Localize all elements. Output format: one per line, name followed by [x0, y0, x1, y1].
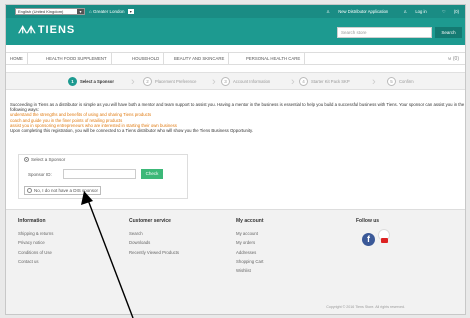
region-value: Greater London: [92, 9, 125, 14]
nav-household[interactable]: HOUSEHOLD: [128, 53, 165, 65]
footer-my-account: My account My account My orders Addresse…: [236, 218, 264, 277]
heart-icon: ♡: [441, 9, 446, 14]
intro-paragraph: Succeeding in Tiens as a distributor is …: [10, 102, 465, 113]
footer-link[interactable]: Recently Viewed Products: [129, 250, 179, 255]
nav-health-food[interactable]: HEALTH FOOD SUPPLEMENT: [42, 53, 112, 65]
footer-link[interactable]: My account: [236, 231, 264, 236]
radio-unselected[interactable]: [27, 188, 32, 194]
facebook-icon[interactable]: f: [362, 233, 375, 246]
footer-heading: My account: [236, 218, 264, 224]
step-account: 3 Account Information: [221, 73, 270, 91]
nav-personal-health[interactable]: PERSONAL HEALTH CARE: [242, 53, 306, 65]
select-sponsor-option[interactable]: Select a Sponsor: [24, 157, 66, 163]
step-label: Select a Sponsor: [80, 79, 114, 84]
footer-link[interactable]: Contact us: [18, 259, 53, 264]
chevron-right-icon: ›: [291, 76, 295, 88]
step-label: Confirm: [399, 79, 414, 84]
header: ᗑᗑ TIENS Search store Search: [6, 18, 465, 45]
registration-steps: 1 Select a Sponsor › 2 Placement Preferenc…: [6, 72, 465, 90]
social-icons: f: [362, 229, 390, 247]
footer-customer-service: Customer service Search Downloads Recent…: [129, 218, 179, 259]
footer-link[interactable]: Wishlist: [236, 268, 264, 273]
select-sponsor-label: Select a Sponsor: [31, 157, 66, 162]
footer-heading: Customer service: [129, 218, 171, 224]
user-icon: ♙: [326, 9, 331, 14]
sponsor-form: Select a Sponsor Sponsor ID: Check No, I…: [18, 154, 188, 199]
cart-count: (0): [452, 56, 459, 62]
step-confirm: 5 Confirm: [387, 73, 414, 91]
nav-home[interactable]: HOME: [6, 53, 28, 65]
footer-link[interactable]: My orders: [236, 240, 264, 245]
sponsor-id-input[interactable]: [63, 169, 136, 179]
chevron-right-icon: ›: [212, 76, 216, 88]
footer-heading: Follow us: [356, 218, 380, 224]
chevron-down-icon[interactable]: ▾: [77, 9, 84, 14]
no-dis-sponsor-option[interactable]: No, I do not have a DIS sponsor: [24, 186, 101, 195]
step-number: 3: [221, 77, 230, 87]
logo[interactable]: ᗑᗑ TIENS: [18, 24, 75, 36]
footer-link[interactable]: Shopping Cart: [236, 259, 264, 264]
cart-link[interactable]: ⊌ (0): [448, 53, 459, 65]
new-distributor-label: New Distributor Application: [338, 9, 389, 14]
step-number: 2: [143, 77, 152, 87]
language-select[interactable]: English (United Kingdom) ▾: [15, 8, 85, 15]
step-number: 1: [68, 77, 77, 87]
copyright: Copyright © 2016 Tiens Store. All rights…: [326, 305, 405, 309]
radio-selected[interactable]: [24, 157, 29, 163]
footer-link[interactable]: Privacy notice: [18, 240, 53, 245]
chevron-right-icon: ›: [372, 76, 376, 88]
location-icon: ⌂: [89, 9, 92, 14]
footer-link[interactable]: Addresses: [236, 250, 264, 255]
step-number: 4: [299, 77, 308, 87]
intro-paragraph: Upon completing this registration, you w…: [10, 128, 254, 134]
tiens-logo-icon: ᗑᗑ: [18, 25, 36, 36]
footer-link[interactable]: Downloads: [129, 240, 179, 245]
footer-link[interactable]: Shipping & returns: [18, 231, 53, 236]
new-distributor-link[interactable]: ♙ New Distributor Application: [319, 9, 388, 14]
step-starter-kit: 4 Starter Kit Pack SKP: [299, 73, 350, 91]
footer-link[interactable]: Conditions of Use: [18, 250, 53, 255]
lock-icon: ♙: [403, 9, 408, 14]
footer: Information Shipping & returns Privacy n…: [6, 209, 465, 314]
region-select[interactable]: ⌂ Greater London ▾: [89, 8, 134, 15]
search-button[interactable]: Search: [435, 27, 462, 38]
chevron-down-icon[interactable]: ▾: [127, 9, 134, 15]
check-button[interactable]: Check: [141, 169, 163, 179]
footer-link[interactable]: Search: [129, 231, 179, 236]
youtube-icon[interactable]: [378, 229, 390, 243]
page: English (United Kingdom) ▾ ⌂ Greater Lon…: [5, 4, 466, 315]
top-bar: English (United Kingdom) ▾ ⌂ Greater Lon…: [6, 5, 465, 18]
cart-icon: ⊌: [447, 56, 452, 62]
wishlist-count: (0): [453, 9, 459, 14]
step-select-sponsor: 1 Select a Sponsor: [68, 73, 114, 91]
wishlist-link[interactable]: ♡ (0): [435, 9, 459, 14]
step-placement: 2 Placement Preference: [143, 73, 196, 91]
sponsor-id-label: Sponsor ID:: [28, 172, 52, 177]
step-label: Starter Kit Pack SKP: [311, 79, 350, 84]
step-label: Account Information: [233, 79, 271, 84]
language-value: English (United Kingdom): [18, 9, 64, 14]
top-links: ♙ New Distributor Application ♙ Log in ♡…: [312, 8, 459, 15]
footer-heading: Information: [18, 218, 46, 224]
intro-text: Succeeding in Tiens as a distributor is …: [10, 102, 465, 133]
login-label: Log in: [415, 9, 427, 14]
step-label: Placement Preference: [155, 79, 197, 84]
login-link[interactable]: ♙ Log in: [396, 9, 426, 14]
chevron-right-icon: ›: [131, 76, 135, 88]
step-number: 5: [387, 77, 396, 87]
search-input[interactable]: Search store: [337, 27, 432, 38]
main-nav: HOME HEALTH FOOD SUPPLEMENT HOUSEHOLD BE…: [6, 52, 465, 65]
no-dis-sponsor-label: No, I do not have a DIS sponsor: [34, 188, 99, 193]
nav-beauty[interactable]: BEAUTY AND SKINCARE: [170, 53, 230, 65]
logo-text: TIENS: [37, 24, 76, 36]
footer-information: Information Shipping & returns Privacy n…: [18, 218, 53, 268]
